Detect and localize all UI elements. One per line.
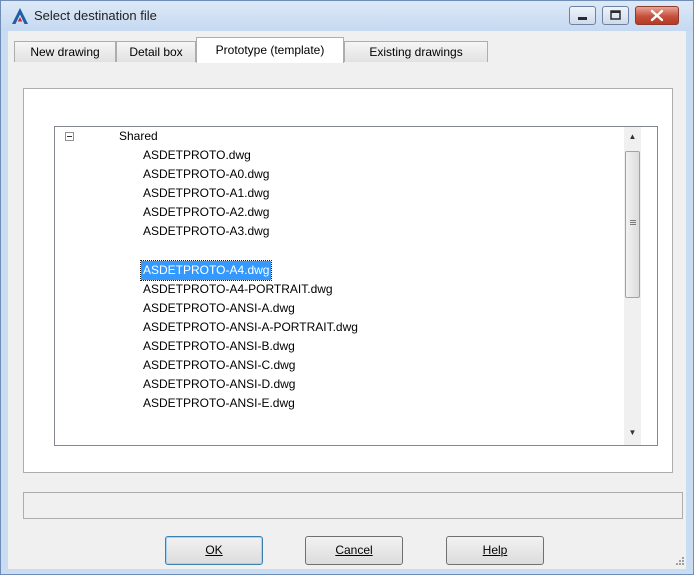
scroll-down-icon[interactable]: ▼ <box>628 429 637 437</box>
tree-item[interactable]: ASDETPROTO-ANSI-A.dwg <box>141 299 297 318</box>
scroll-up-icon[interactable]: ▲ <box>628 133 637 141</box>
scroll-thumb[interactable] <box>625 151 640 298</box>
app-logo-icon <box>12 8 28 24</box>
ok-button[interactable]: OK <box>165 536 263 565</box>
collapse-icon[interactable] <box>65 132 74 141</box>
tree-item[interactable]: ASDETPROTO-A2.dwg <box>141 203 271 222</box>
tree-node-label: Shared <box>119 129 158 143</box>
cancel-button[interactable]: Cancel <box>305 536 403 565</box>
cancel-button-label: Cancel <box>335 543 373 557</box>
tree-item[interactable]: ASDETPROTO-A1.dwg <box>141 184 271 203</box>
tree-item[interactable]: ASDETPROTO-A0.dwg <box>141 165 271 184</box>
tree-item[interactable]: ASDETPROTO-ANSI-E.dwg <box>141 394 297 413</box>
window-title: Select destination file <box>34 8 157 23</box>
maximize-button[interactable] <box>602 6 629 25</box>
resize-grip-icon[interactable] <box>675 556 685 566</box>
tab-new-drawing[interactable]: New drawing <box>14 41 116 62</box>
status-field <box>23 492 683 519</box>
tree-item[interactable]: ASDETPROTO-A4-PORTRAIT.dwg <box>141 280 335 299</box>
tab-existing-drawings[interactable]: Existing drawings <box>344 41 488 62</box>
vertical-scrollbar[interactable]: ▲ ▼ <box>624 127 641 445</box>
minimize-button[interactable] <box>569 6 596 25</box>
tree-item[interactable]: ASDETPROTO-ANSI-C.dwg <box>141 356 297 375</box>
tab-prototype-template[interactable]: Prototype (template) <box>196 37 344 63</box>
tree-item[interactable]: ASDETPROTO-ANSI-B.dwg <box>141 337 297 356</box>
grip-icon <box>630 220 636 221</box>
tree-item[interactable]: ASDETPROTO-ANSI-D.dwg <box>141 375 297 394</box>
maximize-icon <box>610 10 621 20</box>
ok-button-label: OK <box>205 543 223 557</box>
tree-item[interactable]: ASDETPROTO-ANSI-A-PORTRAIT.dwg <box>141 318 360 337</box>
minimize-icon <box>578 17 587 20</box>
tree-item[interactable]: ASDETPROTO-A3.dwg <box>141 222 271 241</box>
title-bar[interactable]: Select destination file <box>1 1 693 31</box>
tree-item-selected[interactable]: ASDETPROTO-A4.dwg <box>139 260 273 281</box>
help-button[interactable]: Help <box>446 536 544 565</box>
close-button[interactable] <box>635 6 679 25</box>
tree-item[interactable]: ASDETPROTO.dwg <box>141 146 253 165</box>
template-tree[interactable]: Shared ASDETPROTO.dwg ASDETPROTO-A0.dwg … <box>54 126 658 446</box>
close-icon <box>650 9 664 22</box>
tab-detail-box[interactable]: Detail box <box>116 41 196 62</box>
help-button-label: Help <box>482 543 508 557</box>
